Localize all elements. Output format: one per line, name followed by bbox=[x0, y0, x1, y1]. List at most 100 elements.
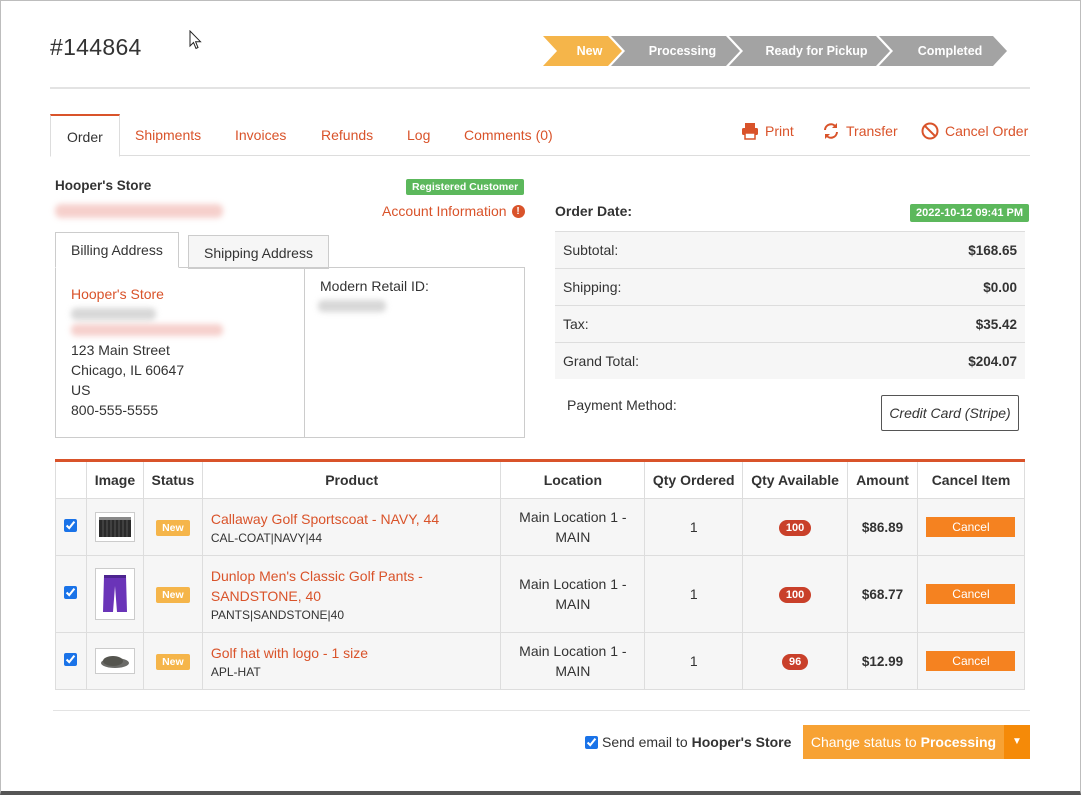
redacted-retail-id bbox=[318, 300, 386, 312]
image-cell bbox=[85, 632, 144, 690]
col-select bbox=[55, 460, 87, 499]
product-cell: Golf hat with logo - 1 size APL-HAT bbox=[201, 632, 502, 690]
col-qty-ordered: Qty Ordered bbox=[644, 460, 744, 499]
location-link[interactable]: Main Location 1 - MAIN bbox=[500, 555, 646, 633]
transfer-button[interactable]: Transfer bbox=[822, 122, 898, 140]
send-email-checkbox[interactable] bbox=[585, 735, 598, 749]
step-completed[interactable]: Completed bbox=[879, 36, 1007, 66]
sportscoat-image bbox=[98, 517, 131, 537]
modern-retail-id-label: Modern Retail ID: bbox=[320, 278, 429, 294]
location-link[interactable]: Main Location 1 - MAIN bbox=[500, 498, 646, 556]
subtotal-row: Subtotal: $168.65 bbox=[555, 231, 1025, 268]
table-row: New Dunlop Men's Classic Golf Pants - SA… bbox=[55, 555, 1026, 633]
sportscoat-thumbnail bbox=[94, 512, 135, 542]
tab-order[interactable]: Order bbox=[50, 114, 120, 157]
address-divider bbox=[304, 268, 305, 437]
qty-ordered-cell: 1 bbox=[644, 555, 744, 633]
qty-available-badge: 100 bbox=[778, 587, 812, 603]
info-icon: ! bbox=[511, 204, 525, 218]
footer-divider bbox=[53, 710, 1030, 711]
product-cell: Dunlop Men's Classic Golf Pants - SANDST… bbox=[201, 555, 502, 633]
change-status-button[interactable]: Change status to Processing bbox=[803, 725, 1004, 759]
order-items-table: Image Status Product Location Qty Ordere… bbox=[55, 459, 1026, 690]
print-label: Print bbox=[765, 123, 794, 139]
shipping-row: Shipping: $0.00 bbox=[555, 268, 1025, 305]
table-header-row: Image Status Product Location Qty Ordere… bbox=[55, 460, 1026, 499]
grand-total-value: $204.07 bbox=[968, 353, 1017, 369]
row-select-cell bbox=[55, 498, 87, 556]
product-link[interactable]: Dunlop Men's Classic Golf Pants - SANDST… bbox=[211, 566, 493, 606]
tab-billing-address[interactable]: Billing Address bbox=[55, 232, 179, 268]
order-number: #144864 bbox=[50, 34, 142, 60]
table-row: New Callaway Golf Sportscoat - NAVY, 44 … bbox=[55, 498, 1026, 556]
shipping-value: $0.00 bbox=[983, 279, 1017, 295]
mouse-cursor-icon bbox=[189, 30, 202, 50]
row-checkbox[interactable] bbox=[64, 653, 78, 666]
tab-shipments[interactable]: Shipments bbox=[135, 114, 201, 156]
tab-shipping-address[interactable]: Shipping Address bbox=[188, 235, 329, 269]
status-badge: New bbox=[156, 520, 190, 536]
subtotal-value: $168.65 bbox=[968, 242, 1017, 258]
step-processing[interactable]: Processing bbox=[611, 36, 740, 66]
cancel-item-button[interactable]: Cancel bbox=[926, 584, 1016, 604]
grand-total-label: Grand Total: bbox=[563, 353, 640, 369]
hat-image bbox=[100, 656, 129, 668]
qty-ordered-cell: 1 bbox=[644, 632, 744, 690]
step-new[interactable]: New bbox=[543, 36, 622, 66]
transfer-label: Transfer bbox=[846, 123, 898, 139]
header-divider bbox=[50, 87, 1030, 89]
amount-cell: $12.99 bbox=[847, 632, 918, 690]
row-checkbox[interactable] bbox=[64, 519, 78, 532]
product-link[interactable]: Callaway Golf Sportscoat - NAVY, 44 bbox=[211, 509, 493, 529]
amount-cell: $68.77 bbox=[847, 555, 918, 633]
product-cell: Callaway Golf Sportscoat - NAVY, 44 CAL-… bbox=[201, 498, 502, 556]
redacted-email bbox=[55, 204, 223, 218]
product-link[interactable]: Golf hat with logo - 1 size bbox=[211, 643, 493, 663]
grand-total-row: Grand Total: $204.07 bbox=[555, 342, 1025, 379]
product-sku: PANTS|SANDSTONE|40 bbox=[210, 608, 345, 622]
billing-city-state: Chicago, IL 60647 bbox=[71, 362, 185, 378]
hat-thumbnail bbox=[94, 648, 135, 674]
change-status-target: Processing bbox=[920, 734, 997, 750]
billing-street: 123 Main Street bbox=[71, 342, 170, 358]
image-cell bbox=[85, 555, 144, 633]
send-email-option: Send email to Hooper's Store bbox=[585, 734, 791, 750]
location-link[interactable]: Main Location 1 - MAIN bbox=[500, 632, 646, 690]
change-status-label: Change status to bbox=[810, 734, 917, 750]
change-status-dropdown-button[interactable]: ▼ bbox=[1004, 725, 1030, 759]
qty-available-badge: 96 bbox=[781, 654, 809, 670]
billing-phone: 800-555-5555 bbox=[71, 402, 159, 418]
status-stepper: New Processing Ready for Pickup Complete… bbox=[543, 36, 996, 66]
qty-available-cell: 100 bbox=[742, 555, 849, 633]
product-sku: CAL-COAT|NAVY|44 bbox=[210, 531, 323, 545]
cancel-item-button[interactable]: Cancel bbox=[926, 517, 1016, 537]
tab-log[interactable]: Log bbox=[407, 114, 430, 156]
row-checkbox[interactable] bbox=[64, 586, 78, 599]
redacted-email bbox=[71, 324, 223, 336]
printer-icon bbox=[742, 123, 758, 140]
col-status: Status bbox=[142, 460, 203, 499]
print-button[interactable]: Print bbox=[741, 122, 794, 140]
transfer-icon bbox=[824, 123, 838, 139]
payment-method-value: Credit Card (Stripe) bbox=[881, 395, 1019, 431]
row-select-cell bbox=[55, 555, 87, 633]
tab-refunds[interactable]: Refunds bbox=[321, 114, 373, 156]
cancel-item-button[interactable]: Cancel bbox=[926, 651, 1016, 671]
status-badge: New bbox=[156, 654, 190, 670]
tax-value: $35.42 bbox=[975, 316, 1017, 332]
order-tabs: Order Shipments Invoices Refunds Log Com… bbox=[50, 114, 1030, 157]
tab-invoices[interactable]: Invoices bbox=[235, 114, 286, 156]
account-information-link[interactable]: Account Information ! bbox=[382, 203, 525, 219]
status-cell: New bbox=[142, 632, 203, 690]
cancel-cell: Cancel bbox=[916, 498, 1026, 556]
billing-country: US bbox=[71, 382, 91, 398]
tab-comments[interactable]: Comments (0) bbox=[464, 114, 553, 156]
step-ready-for-pickup[interactable]: Ready for Pickup bbox=[729, 36, 890, 66]
col-location: Location bbox=[500, 460, 646, 499]
payment-method-label: Payment Method: bbox=[567, 397, 677, 413]
cancel-order-label: Cancel Order bbox=[945, 123, 1029, 139]
product-sku: APL-HAT bbox=[210, 665, 261, 679]
status-badge: New bbox=[156, 587, 190, 603]
ban-icon bbox=[921, 122, 939, 140]
cancel-order-button[interactable]: Cancel Order bbox=[921, 122, 1028, 140]
